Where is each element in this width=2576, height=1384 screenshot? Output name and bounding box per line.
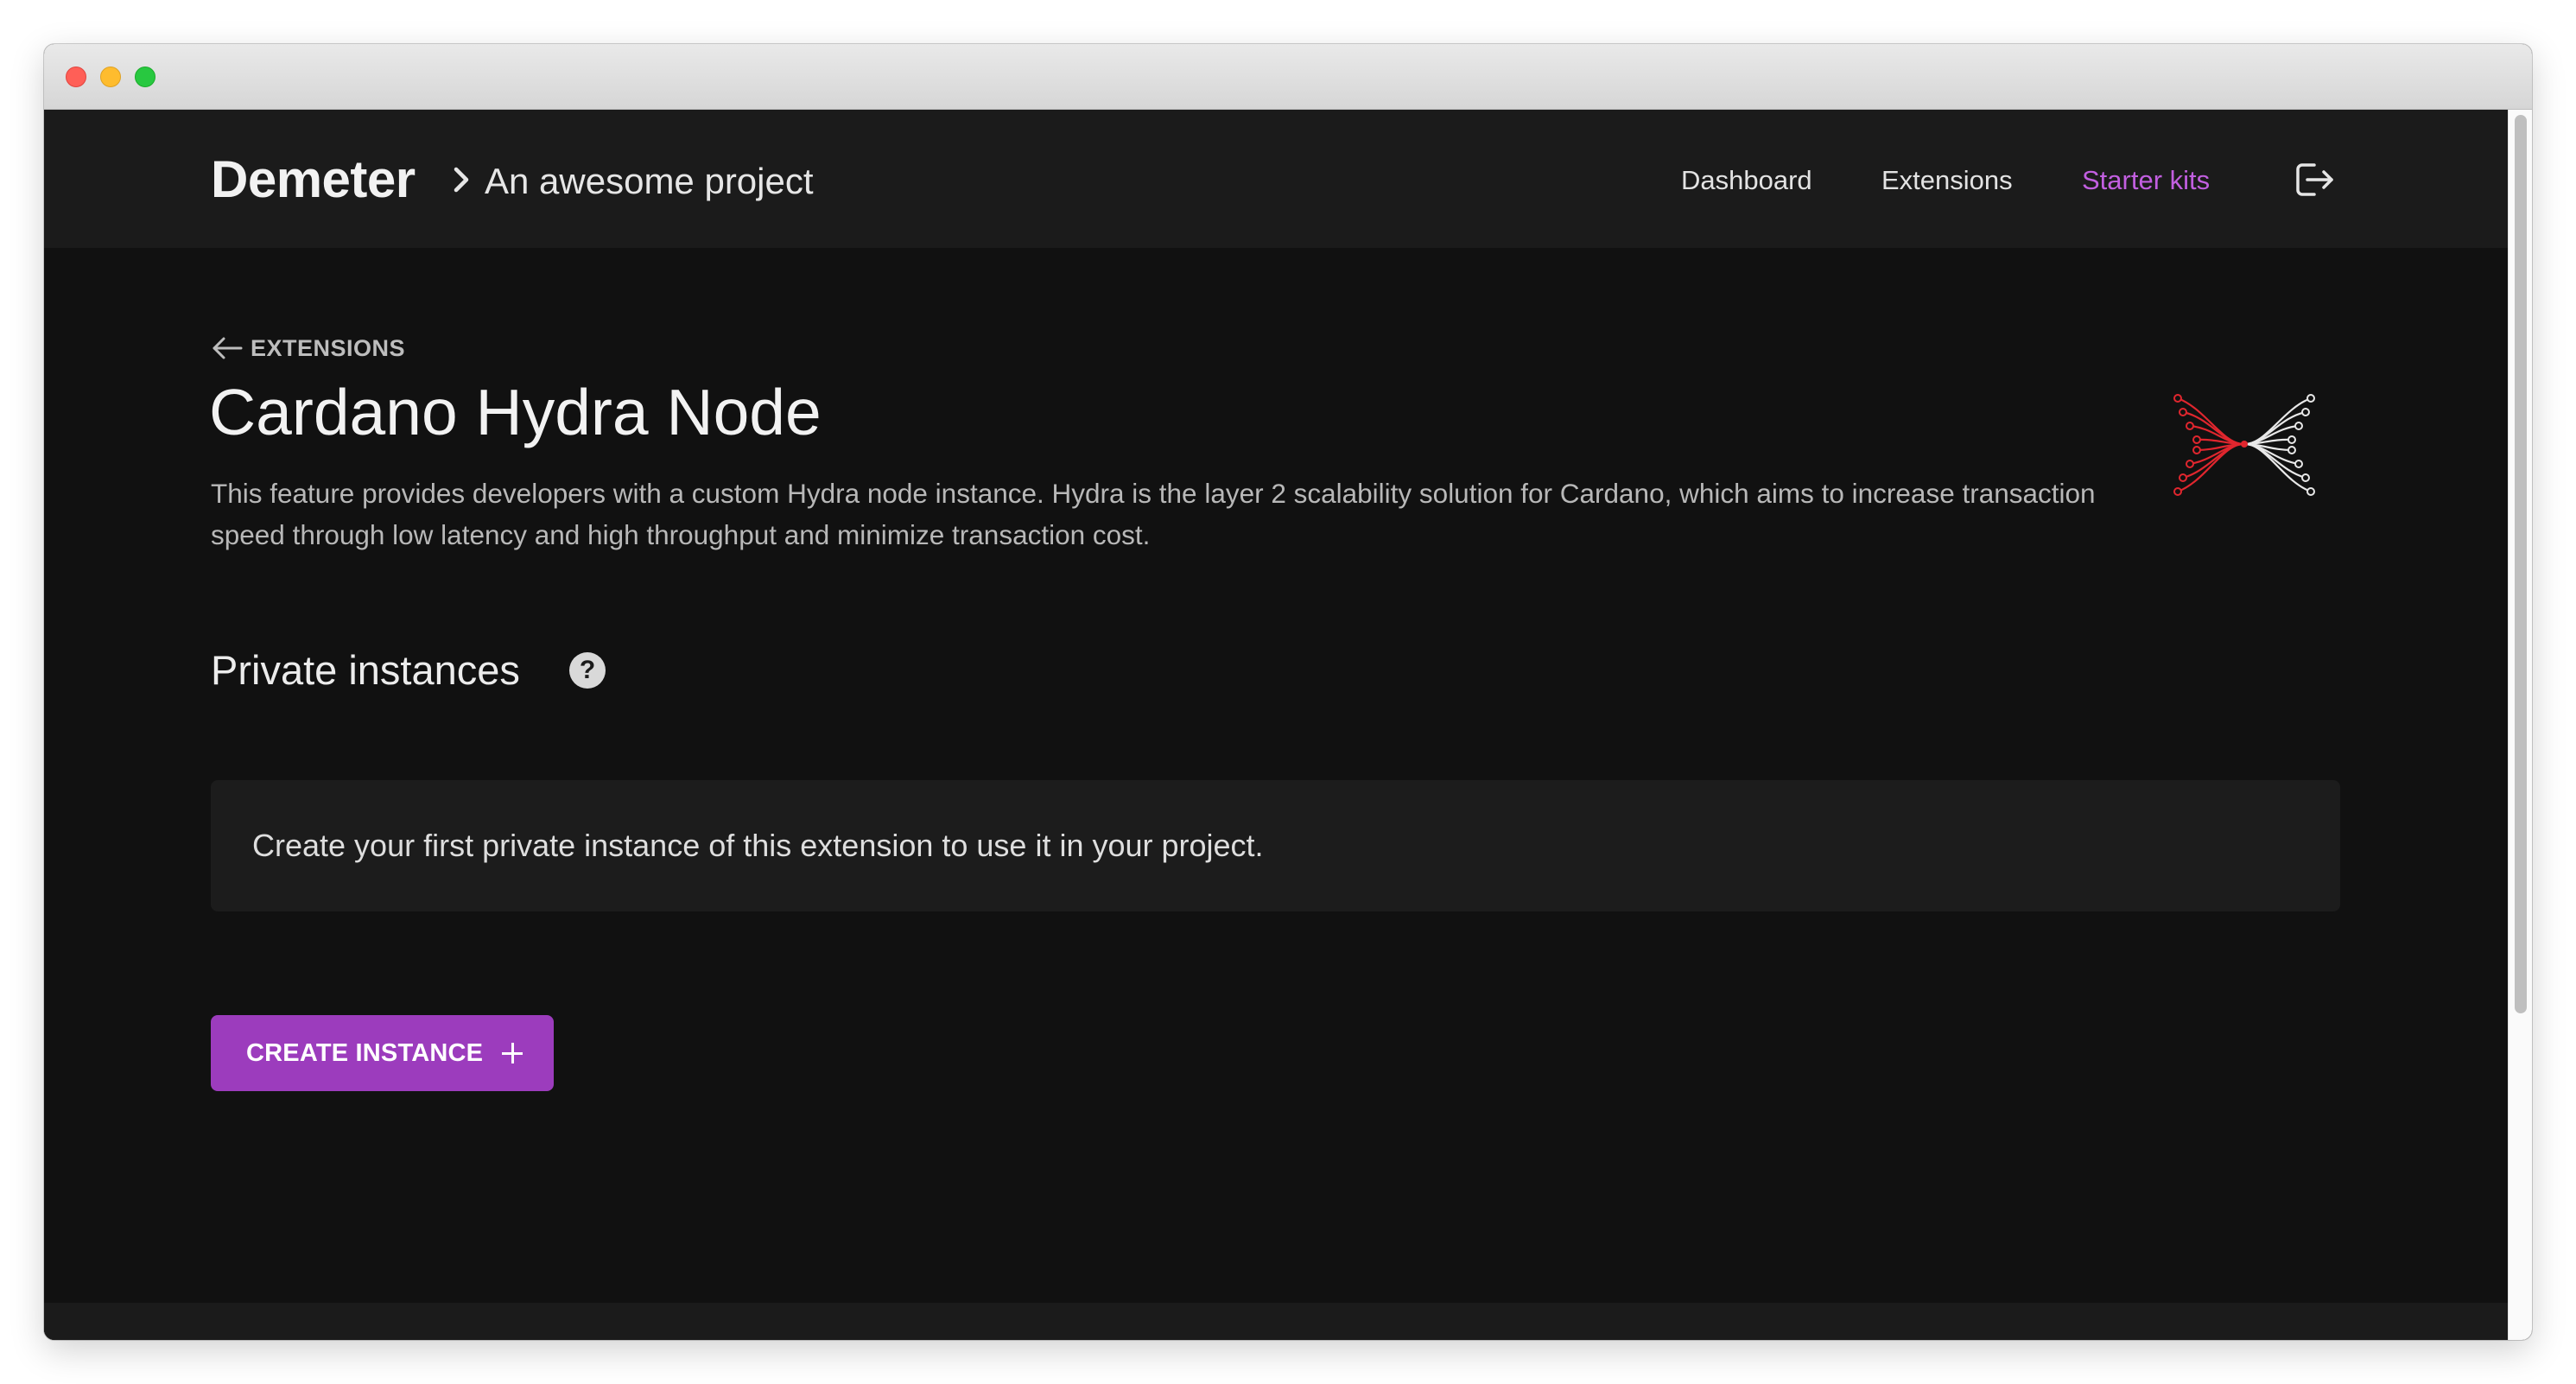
back-to-extensions-link[interactable]: EXTENSIONS bbox=[211, 333, 405, 364]
create-instance-label: CREATE INSTANCE bbox=[246, 1038, 484, 1067]
top-header: Demeter An awesome project Dashboard Ext… bbox=[44, 110, 2508, 248]
create-instance-button[interactable]: CREATE INSTANCE bbox=[211, 1015, 554, 1091]
nav-starter-kits[interactable]: Starter kits bbox=[2082, 162, 2210, 200]
arrow-left-icon bbox=[213, 337, 243, 359]
plus-icon bbox=[502, 1043, 523, 1063]
hydra-logo-icon bbox=[2173, 394, 2315, 496]
footer-strip bbox=[44, 1303, 2508, 1340]
empty-instances-message: Create your first private instance of th… bbox=[252, 828, 1264, 863]
page-viewport: Demeter An awesome project Dashboard Ext… bbox=[44, 110, 2508, 1340]
page-title: Cardano Hydra Node bbox=[209, 376, 822, 448]
vertical-scrollbar[interactable] bbox=[2508, 110, 2532, 1340]
window-titlebar bbox=[44, 44, 2532, 110]
nav-extensions[interactable]: Extensions bbox=[1881, 162, 2013, 200]
minimize-window-button[interactable] bbox=[100, 67, 121, 87]
empty-instances-card: Create your first private instance of th… bbox=[211, 780, 2340, 911]
chevron-right-icon bbox=[454, 167, 469, 193]
private-instances-heading: Private instances bbox=[211, 647, 520, 693]
zoom-window-button[interactable] bbox=[135, 67, 155, 87]
browser-window: Demeter An awesome project Dashboard Ext… bbox=[44, 44, 2532, 1340]
extension-description: This feature provides developers with a … bbox=[211, 478, 2096, 550]
nav-dashboard[interactable]: Dashboard bbox=[1681, 162, 1812, 200]
brand-logo[interactable]: Demeter bbox=[211, 149, 416, 210]
help-icon[interactable]: ? bbox=[569, 652, 606, 689]
logout-icon[interactable] bbox=[2288, 155, 2338, 205]
back-link-label: EXTENSIONS bbox=[251, 334, 406, 361]
close-window-button[interactable] bbox=[66, 67, 86, 87]
project-name[interactable]: An awesome project bbox=[485, 157, 814, 206]
scrollbar-thumb[interactable] bbox=[2515, 115, 2527, 1013]
